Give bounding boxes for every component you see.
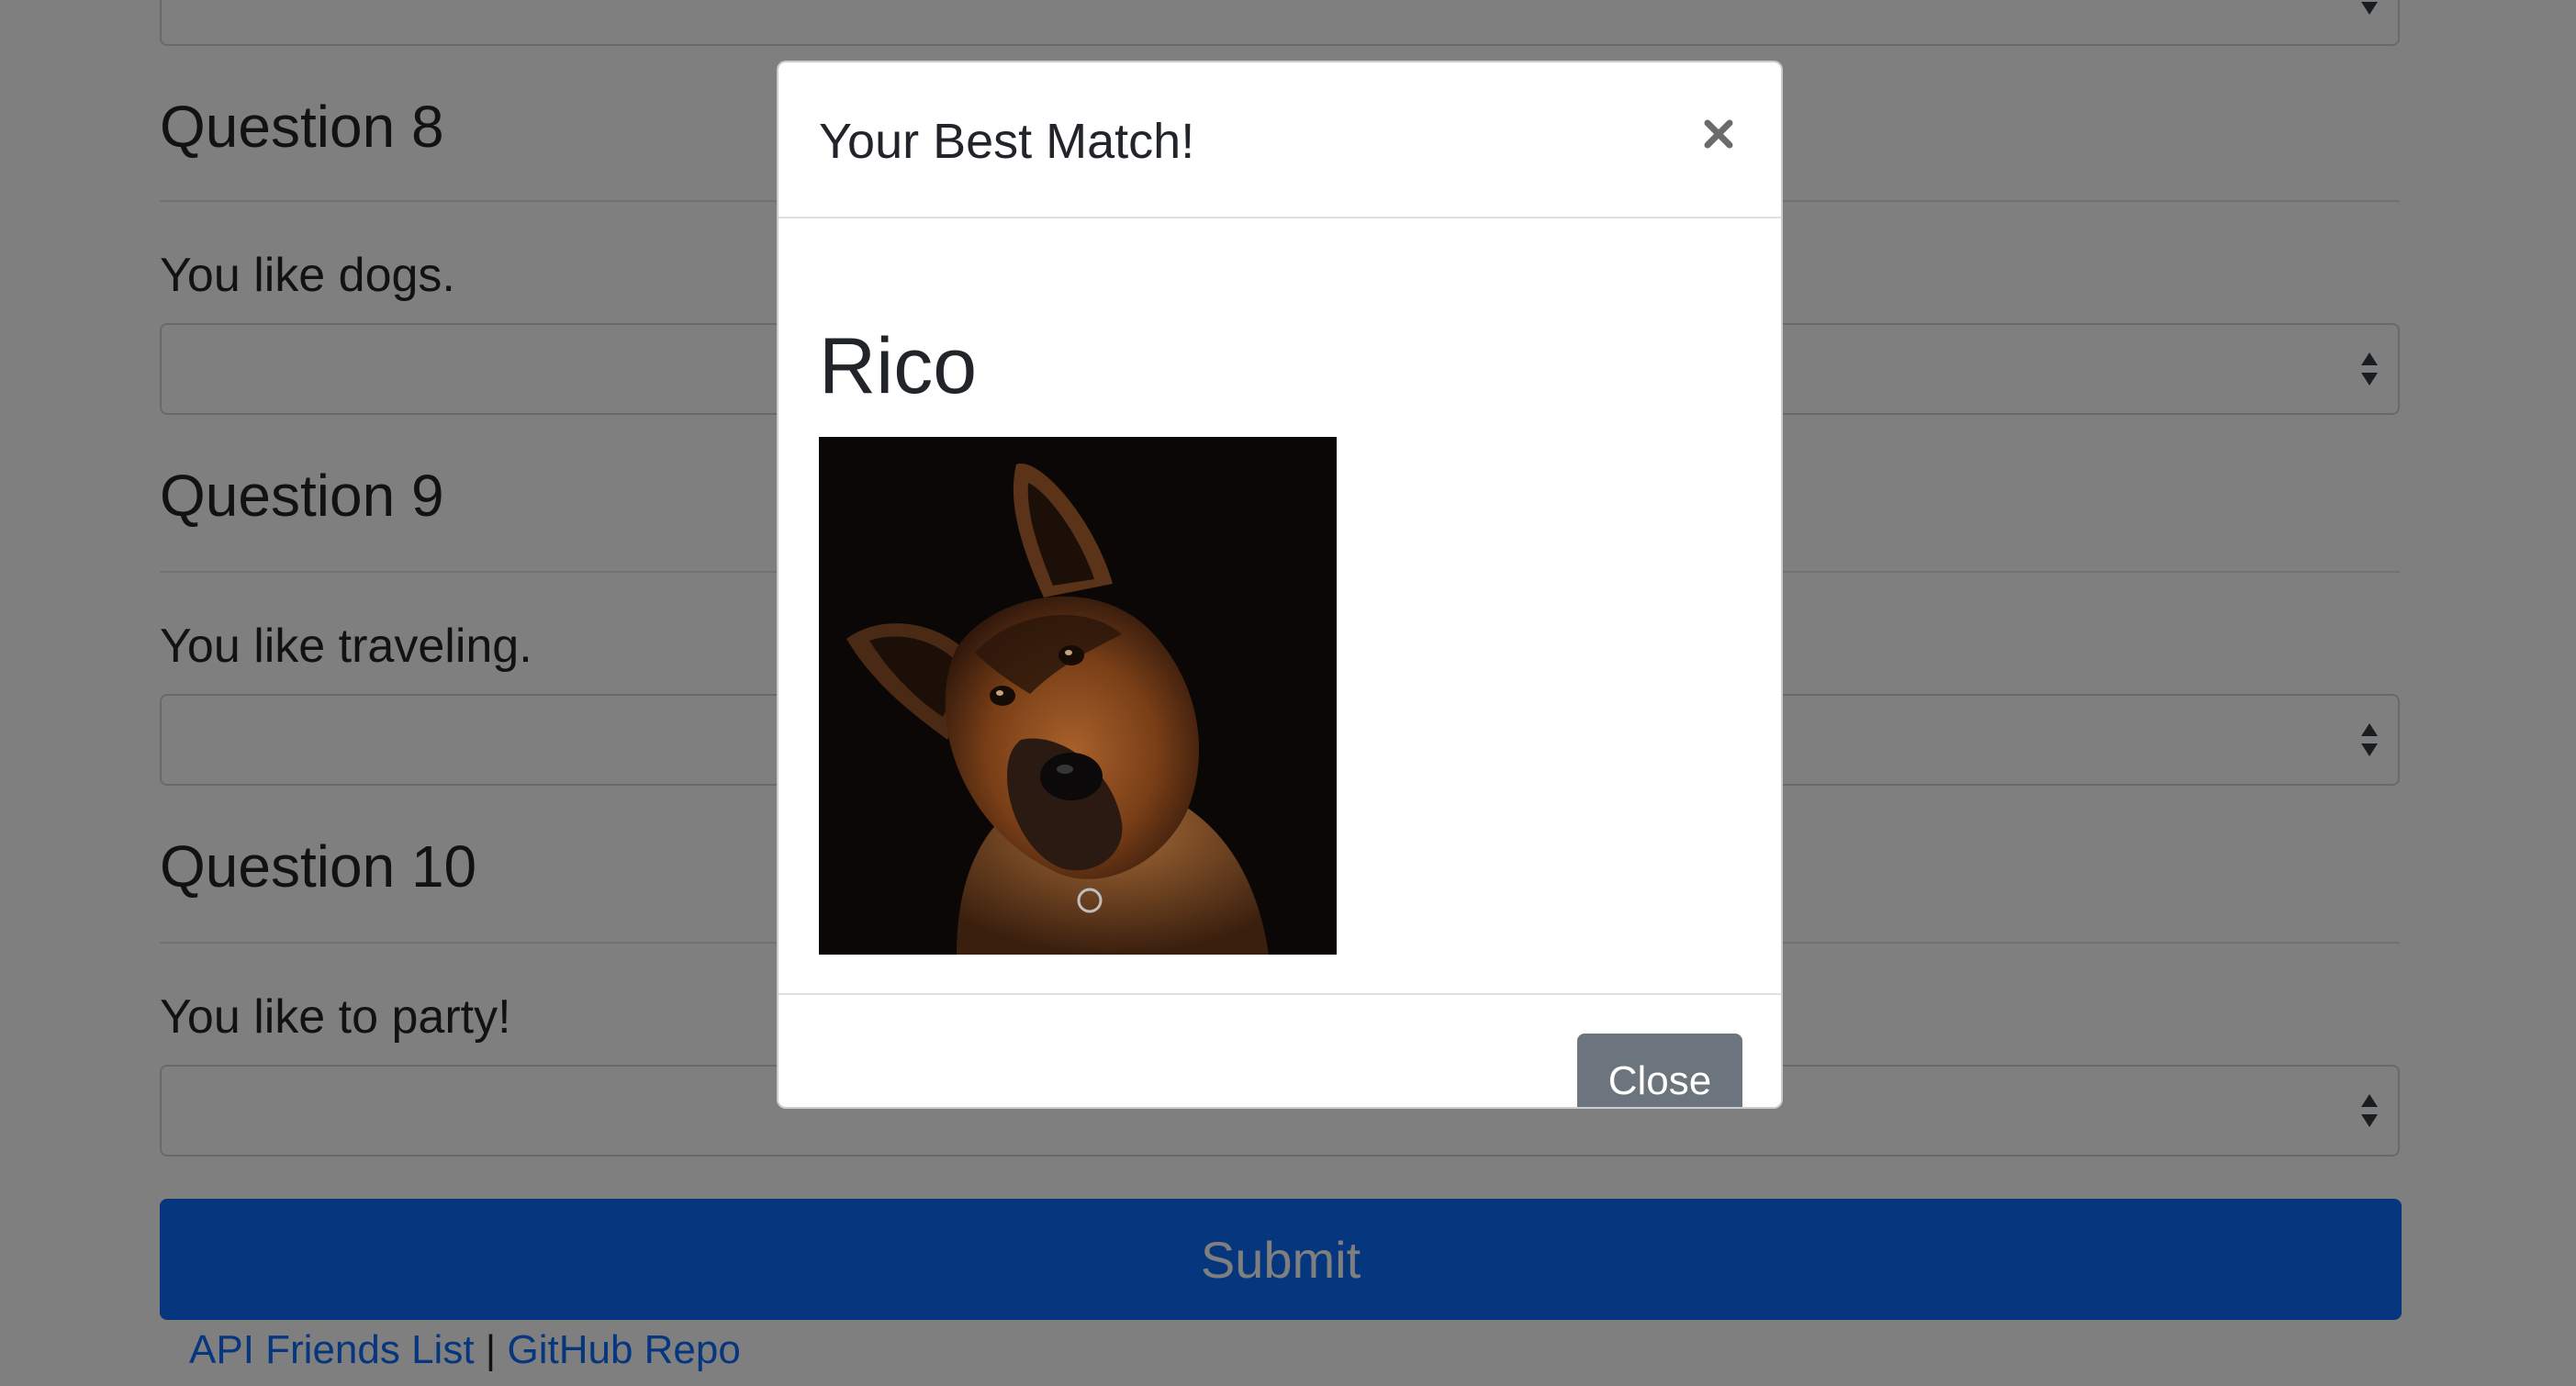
modal-footer: Close: [778, 993, 1781, 1107]
modal-body: Rico: [778, 218, 1781, 993]
modal-header: Your Best Match!: [778, 62, 1781, 218]
close-button[interactable]: Close: [1577, 1034, 1742, 1107]
match-name: Rico: [819, 322, 978, 410]
close-icon[interactable]: [1697, 112, 1741, 156]
modal-title: Your Best Match!: [819, 114, 1195, 169]
best-match-modal: Your Best Match! Rico Close: [777, 61, 1783, 1109]
match-photo: [819, 437, 1337, 955]
